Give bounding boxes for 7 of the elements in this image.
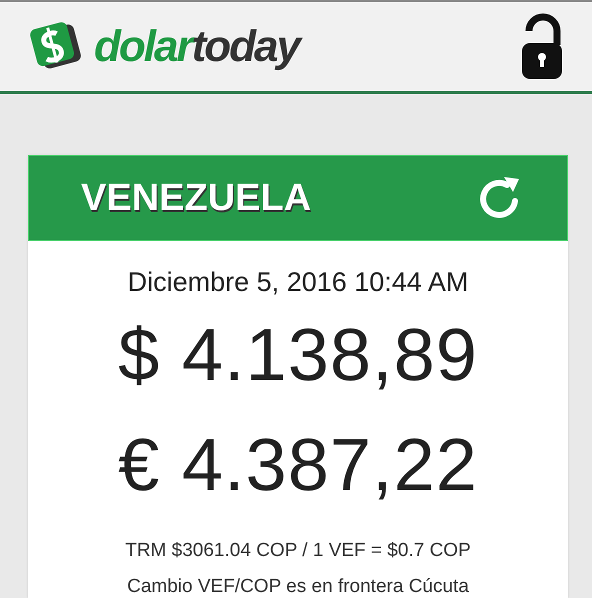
logo-text: dolar [94, 22, 192, 72]
rate-value: $ 4.138,89 [118, 318, 478, 392]
rate-value: € 4.387,22 [118, 428, 478, 502]
note-text: Cambio VEF/COP es en frontera Cúcuta [127, 576, 469, 598]
date-text: Diciembre 5, 2016 10:44 AM [128, 267, 468, 298]
note-text: TRM $3061.04 COP / 1 VEF = $0.7 COP [125, 540, 471, 562]
country-title: VENEZUELA [81, 176, 312, 220]
